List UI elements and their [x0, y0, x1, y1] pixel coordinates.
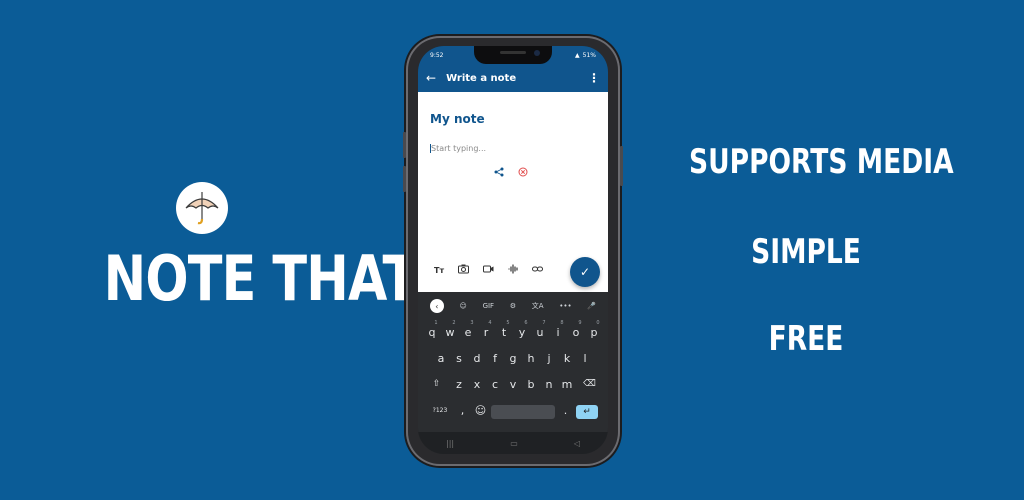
- more-options-icon[interactable]: ⋮: [588, 71, 600, 85]
- home-icon[interactable]: ▭: [510, 439, 518, 448]
- app-bar: ← Write a note ⋮: [418, 64, 608, 92]
- key[interactable]: n: [542, 374, 557, 394]
- more-icon[interactable]: •••: [559, 302, 571, 310]
- key[interactable]: z: [452, 374, 467, 394]
- share-icon[interactable]: [494, 167, 504, 180]
- key[interactable]: m: [560, 374, 575, 394]
- comma-key[interactable]: ,: [455, 400, 470, 420]
- microphone-icon[interactable]: 🎤: [587, 302, 596, 310]
- emoji-icon[interactable]: ☺: [473, 400, 488, 420]
- shift-key[interactable]: ⇧: [425, 374, 449, 394]
- keyboard-row-2: a s d f g h j k l: [418, 348, 608, 368]
- remove-icon[interactable]: [518, 167, 528, 180]
- key[interactable]: 3e: [461, 320, 476, 342]
- feature-simple: SIMPLE: [751, 232, 861, 272]
- translate-icon[interactable]: 文A: [532, 301, 544, 311]
- key[interactable]: k: [560, 348, 575, 368]
- umbrella-icon: [176, 182, 228, 234]
- status-time: 9:52: [430, 51, 444, 59]
- keyboard-row-1: 1q 2w 3e 4r 5t 6y 7u 8i 9o 0p: [418, 320, 608, 342]
- key[interactable]: h: [524, 348, 539, 368]
- key[interactable]: 1q: [425, 320, 440, 342]
- phone-power-button: [620, 146, 623, 186]
- app-name: NOTE THAT: [103, 242, 418, 315]
- phone-notch: [474, 46, 552, 64]
- key[interactable]: x: [470, 374, 485, 394]
- period-key[interactable]: .: [558, 400, 573, 420]
- phone-mockup: 9:52 ▲ 51% ← Write a note ⋮ My note Start…: [403, 36, 623, 466]
- feature-supports-media: SUPPORTS MEDIA: [689, 142, 954, 182]
- note-actions: [494, 167, 528, 180]
- key[interactable]: f: [488, 348, 503, 368]
- enter-key[interactable]: ↵: [576, 404, 598, 419]
- key[interactable]: 6y: [515, 320, 530, 342]
- sticker-icon[interactable]: ☺: [460, 302, 467, 310]
- key[interactable]: d: [470, 348, 485, 368]
- brand: NOTE THAT: [82, 182, 418, 315]
- keyboard-row-4: ?123 , ☺ . ↵: [418, 400, 608, 420]
- key[interactable]: b: [524, 374, 539, 394]
- system-navbar: ||| ▭ ◁: [418, 432, 608, 454]
- link-icon[interactable]: [532, 264, 544, 277]
- note-body-placeholder: Start typing...: [431, 144, 487, 153]
- audio-icon[interactable]: [508, 264, 518, 277]
- phone-volume-button: [403, 166, 406, 192]
- key[interactable]: l: [578, 348, 593, 368]
- key[interactable]: 5t: [497, 320, 512, 342]
- key[interactable]: 0p: [587, 320, 602, 342]
- key[interactable]: g: [506, 348, 521, 368]
- key[interactable]: a: [434, 348, 449, 368]
- collapse-keyboard-icon[interactable]: ‹: [429, 299, 444, 313]
- text-format-icon[interactable]: Tт: [434, 266, 444, 275]
- keyboard-toolbar: ‹ ☺ GIF ⚙ 文A ••• 🎤: [418, 296, 608, 316]
- key[interactable]: c: [488, 374, 503, 394]
- note-title-input[interactable]: My note: [430, 112, 485, 126]
- numbers-key[interactable]: ?123: [428, 400, 452, 420]
- camera-icon[interactable]: [458, 264, 470, 277]
- back-arrow-icon[interactable]: ←: [426, 71, 436, 85]
- gif-button[interactable]: GIF: [483, 302, 495, 310]
- key[interactable]: 2w: [443, 320, 458, 342]
- settings-icon[interactable]: ⚙: [510, 302, 516, 310]
- keyboard-row-3: ⇧ z x c v b n m ⌫: [418, 374, 608, 394]
- key[interactable]: 4r: [479, 320, 494, 342]
- note-body-input[interactable]: Start typing...: [430, 144, 486, 153]
- back-icon[interactable]: ◁: [574, 439, 580, 448]
- battery-level: 51%: [582, 51, 596, 59]
- keyboard: ‹ ☺ GIF ⚙ 文A ••• 🎤 1q 2w 3e 4r 5t 6y 7u …: [418, 292, 608, 454]
- page-title: Write a note: [446, 72, 517, 84]
- media-toolbar: Tт: [434, 264, 544, 277]
- recents-icon[interactable]: |||: [446, 439, 454, 448]
- key[interactable]: 8i: [551, 320, 566, 342]
- phone-volume-button: [403, 132, 406, 158]
- phone-screen: 9:52 ▲ 51% ← Write a note ⋮ My note Start…: [418, 46, 608, 454]
- key[interactable]: j: [542, 348, 557, 368]
- key[interactable]: 9o: [569, 320, 584, 342]
- feature-free: FREE: [768, 319, 844, 359]
- note-editor: My note Start typing... Tт ✓: [418, 92, 608, 292]
- backspace-key[interactable]: ⌫: [578, 374, 602, 394]
- spacebar[interactable]: [491, 404, 555, 419]
- key[interactable]: s: [452, 348, 467, 368]
- save-button[interactable]: ✓: [570, 257, 600, 287]
- key[interactable]: 7u: [533, 320, 548, 342]
- video-icon[interactable]: [483, 264, 494, 277]
- signal-icon: ▲: [575, 51, 580, 59]
- key[interactable]: v: [506, 374, 521, 394]
